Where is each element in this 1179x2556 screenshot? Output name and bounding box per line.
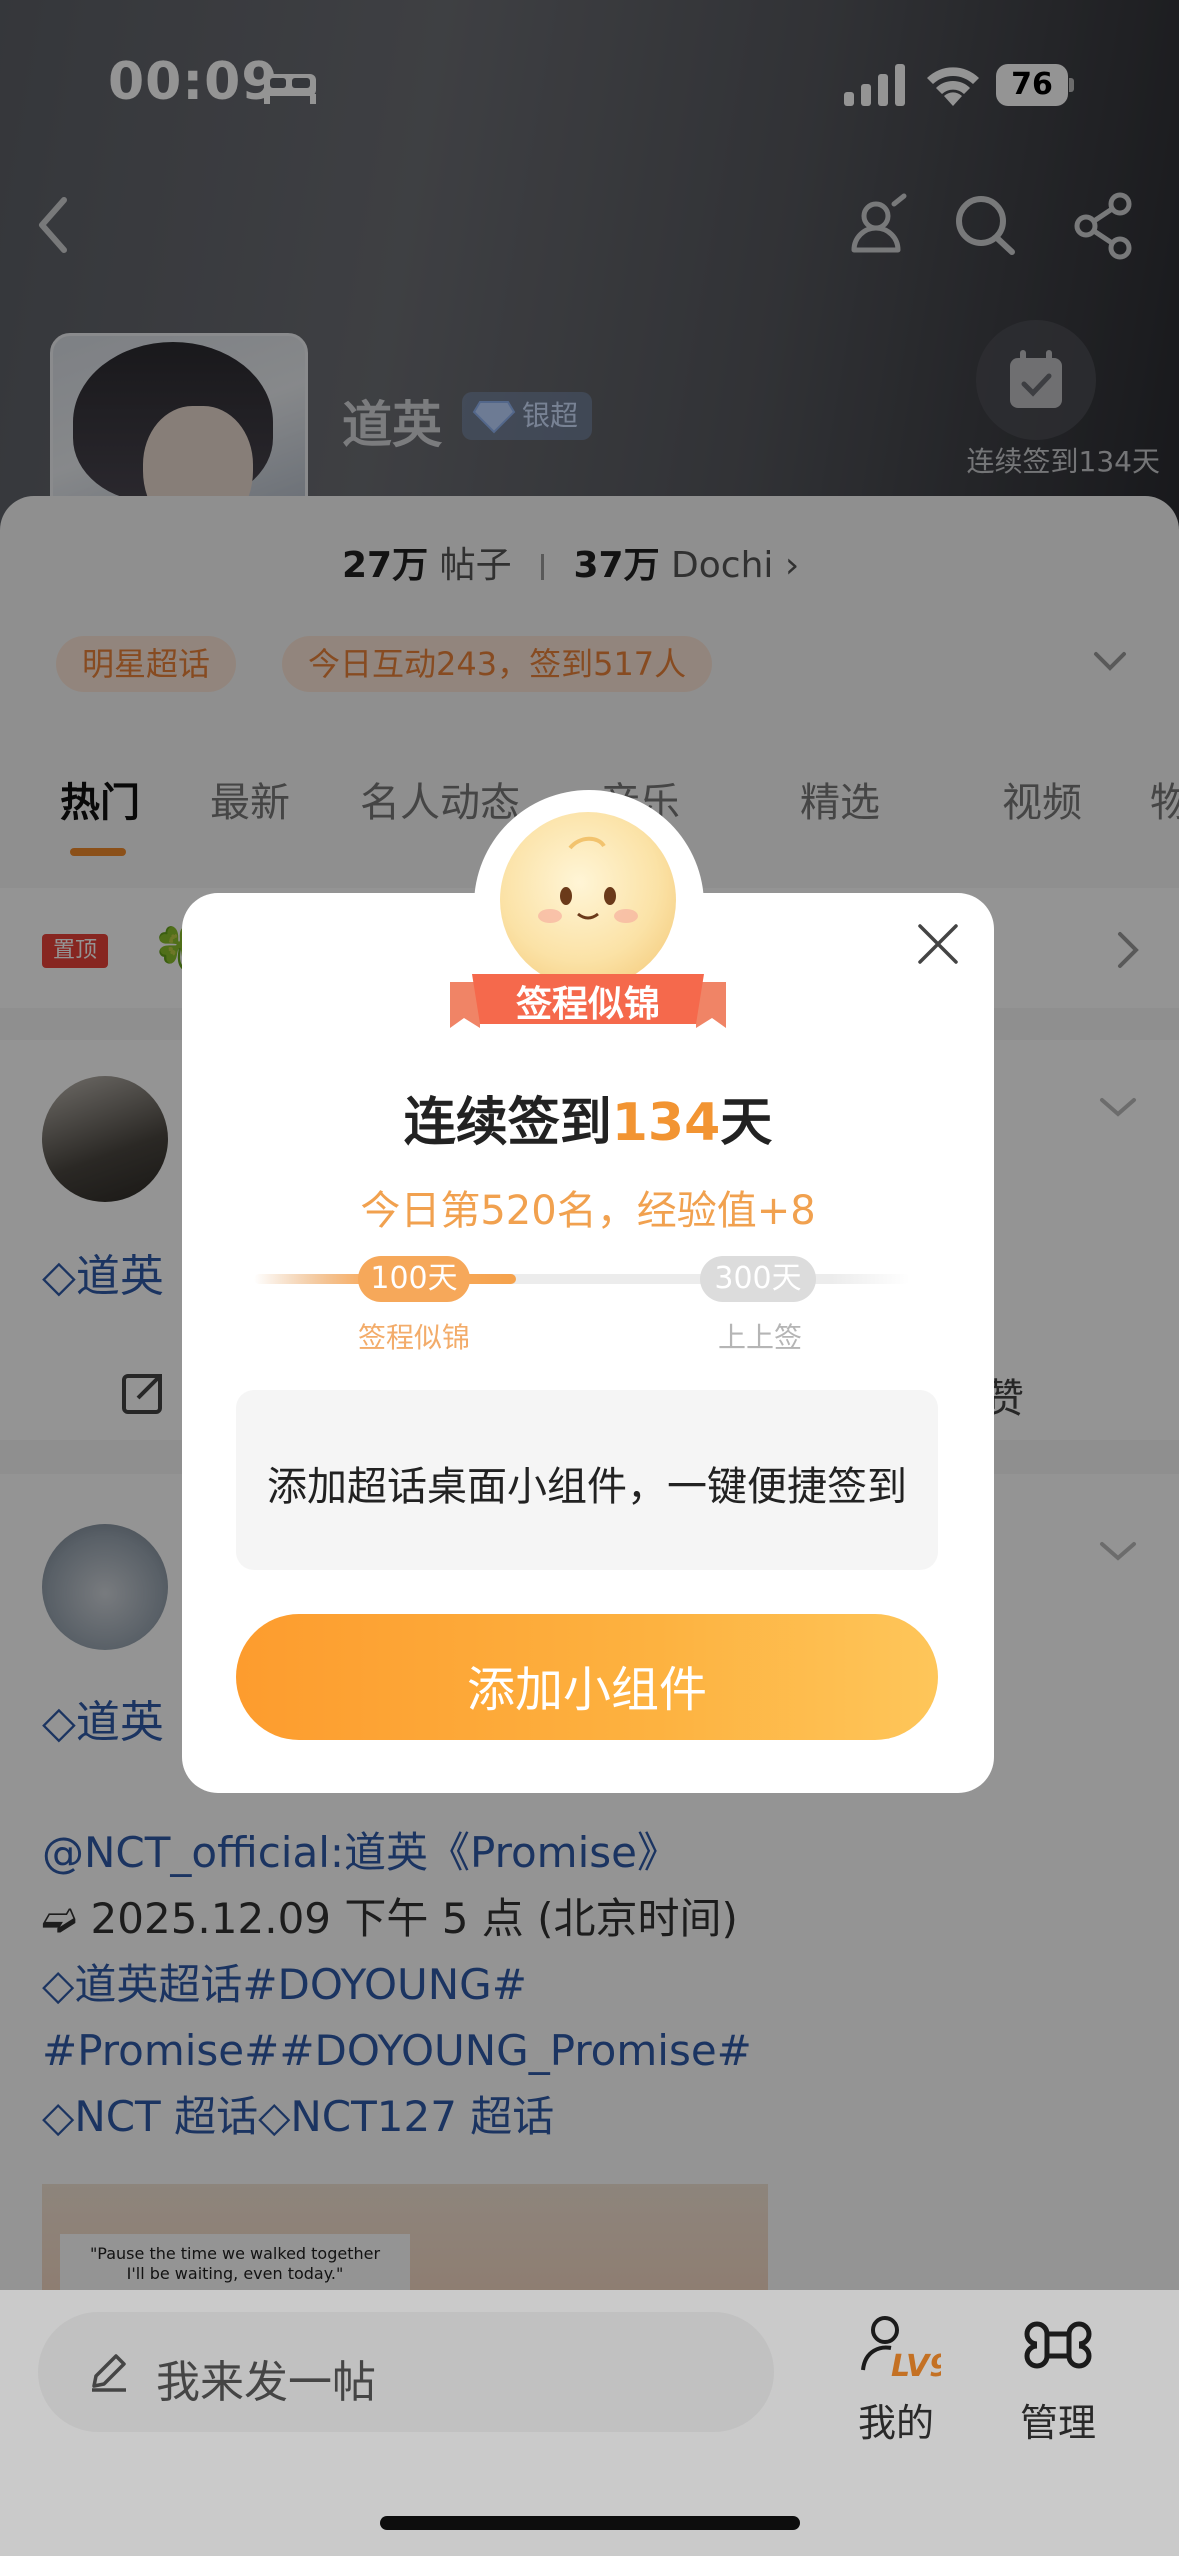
mascot-face-art — [538, 836, 638, 923]
today-rank-text: 今日第520名，经验值+8 — [360, 1188, 816, 1234]
milestone-100-label: 签程似锦 — [357, 1321, 470, 1354]
ribbon-title: 签程似锦 — [515, 984, 660, 1025]
add-widget-label: 添加小组件 — [466, 1662, 707, 1718]
streak-title: 连续签到134天 — [182, 1080, 994, 1155]
widget-hint-text: 添加超话桌面小组件，一键便捷签到 — [267, 1464, 907, 1510]
milestone-300-label: 上上签 — [717, 1321, 802, 1354]
streak-days: 134 — [611, 1093, 721, 1153]
modal-backdrop-bottom[interactable] — [0, 2290, 1179, 2556]
milestone-300-badge: 300天 — [700, 1256, 816, 1302]
close-icon[interactable] — [914, 920, 962, 968]
streak-title-suffix: 天 — [720, 1093, 773, 1153]
milestone-100-badge: 100天 — [358, 1256, 470, 1302]
mascot-avatar — [500, 812, 676, 988]
streak-title-prefix: 连续签到 — [403, 1093, 612, 1153]
